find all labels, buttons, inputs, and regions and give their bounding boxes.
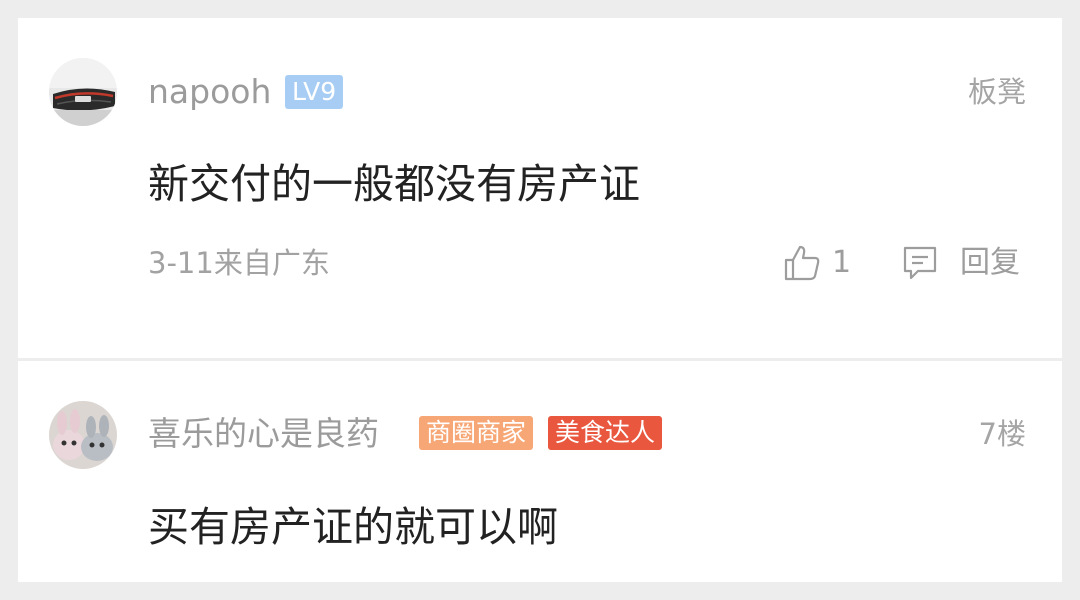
food-expert-badge: 美食达人 bbox=[548, 416, 663, 450]
car-grille-avatar-icon bbox=[49, 58, 117, 126]
like-count: 1 bbox=[832, 245, 852, 280]
comment-text: 买有房产证的就可以啊 bbox=[148, 503, 558, 551]
username[interactable]: 喜乐的心是良药 bbox=[148, 414, 379, 454]
merchant-badge: 商圈商家 bbox=[419, 416, 534, 450]
comment-card: napooh LV9 板凳 新交付的一般都没有房产证 3-11来自广东 1 回复 bbox=[18, 18, 1062, 358]
reply-label: 回复 bbox=[960, 245, 1020, 280]
comment-meta: 3-11来自广东 bbox=[148, 246, 330, 280]
comment-bubble-icon bbox=[903, 246, 937, 280]
avatar[interactable] bbox=[49, 401, 117, 469]
like-button[interactable]: 1 bbox=[782, 243, 851, 283]
comment-text: 新交付的一般都没有房产证 bbox=[148, 160, 640, 208]
reply-button[interactable]: 回复 bbox=[900, 243, 1020, 283]
floor-label: 7楼 bbox=[978, 417, 1026, 451]
avatar[interactable] bbox=[49, 58, 117, 126]
level-badge: LV9 bbox=[285, 75, 344, 109]
floor-label: 板凳 bbox=[967, 75, 1026, 109]
plush-rabbits-avatar-icon bbox=[49, 401, 117, 469]
username[interactable]: napooh bbox=[148, 72, 271, 112]
thumbs-up-icon bbox=[784, 245, 820, 281]
comment-card: 喜乐的心是良药 商圈商家 美食达人 7楼 买有房产证的就可以啊 bbox=[18, 361, 1062, 582]
